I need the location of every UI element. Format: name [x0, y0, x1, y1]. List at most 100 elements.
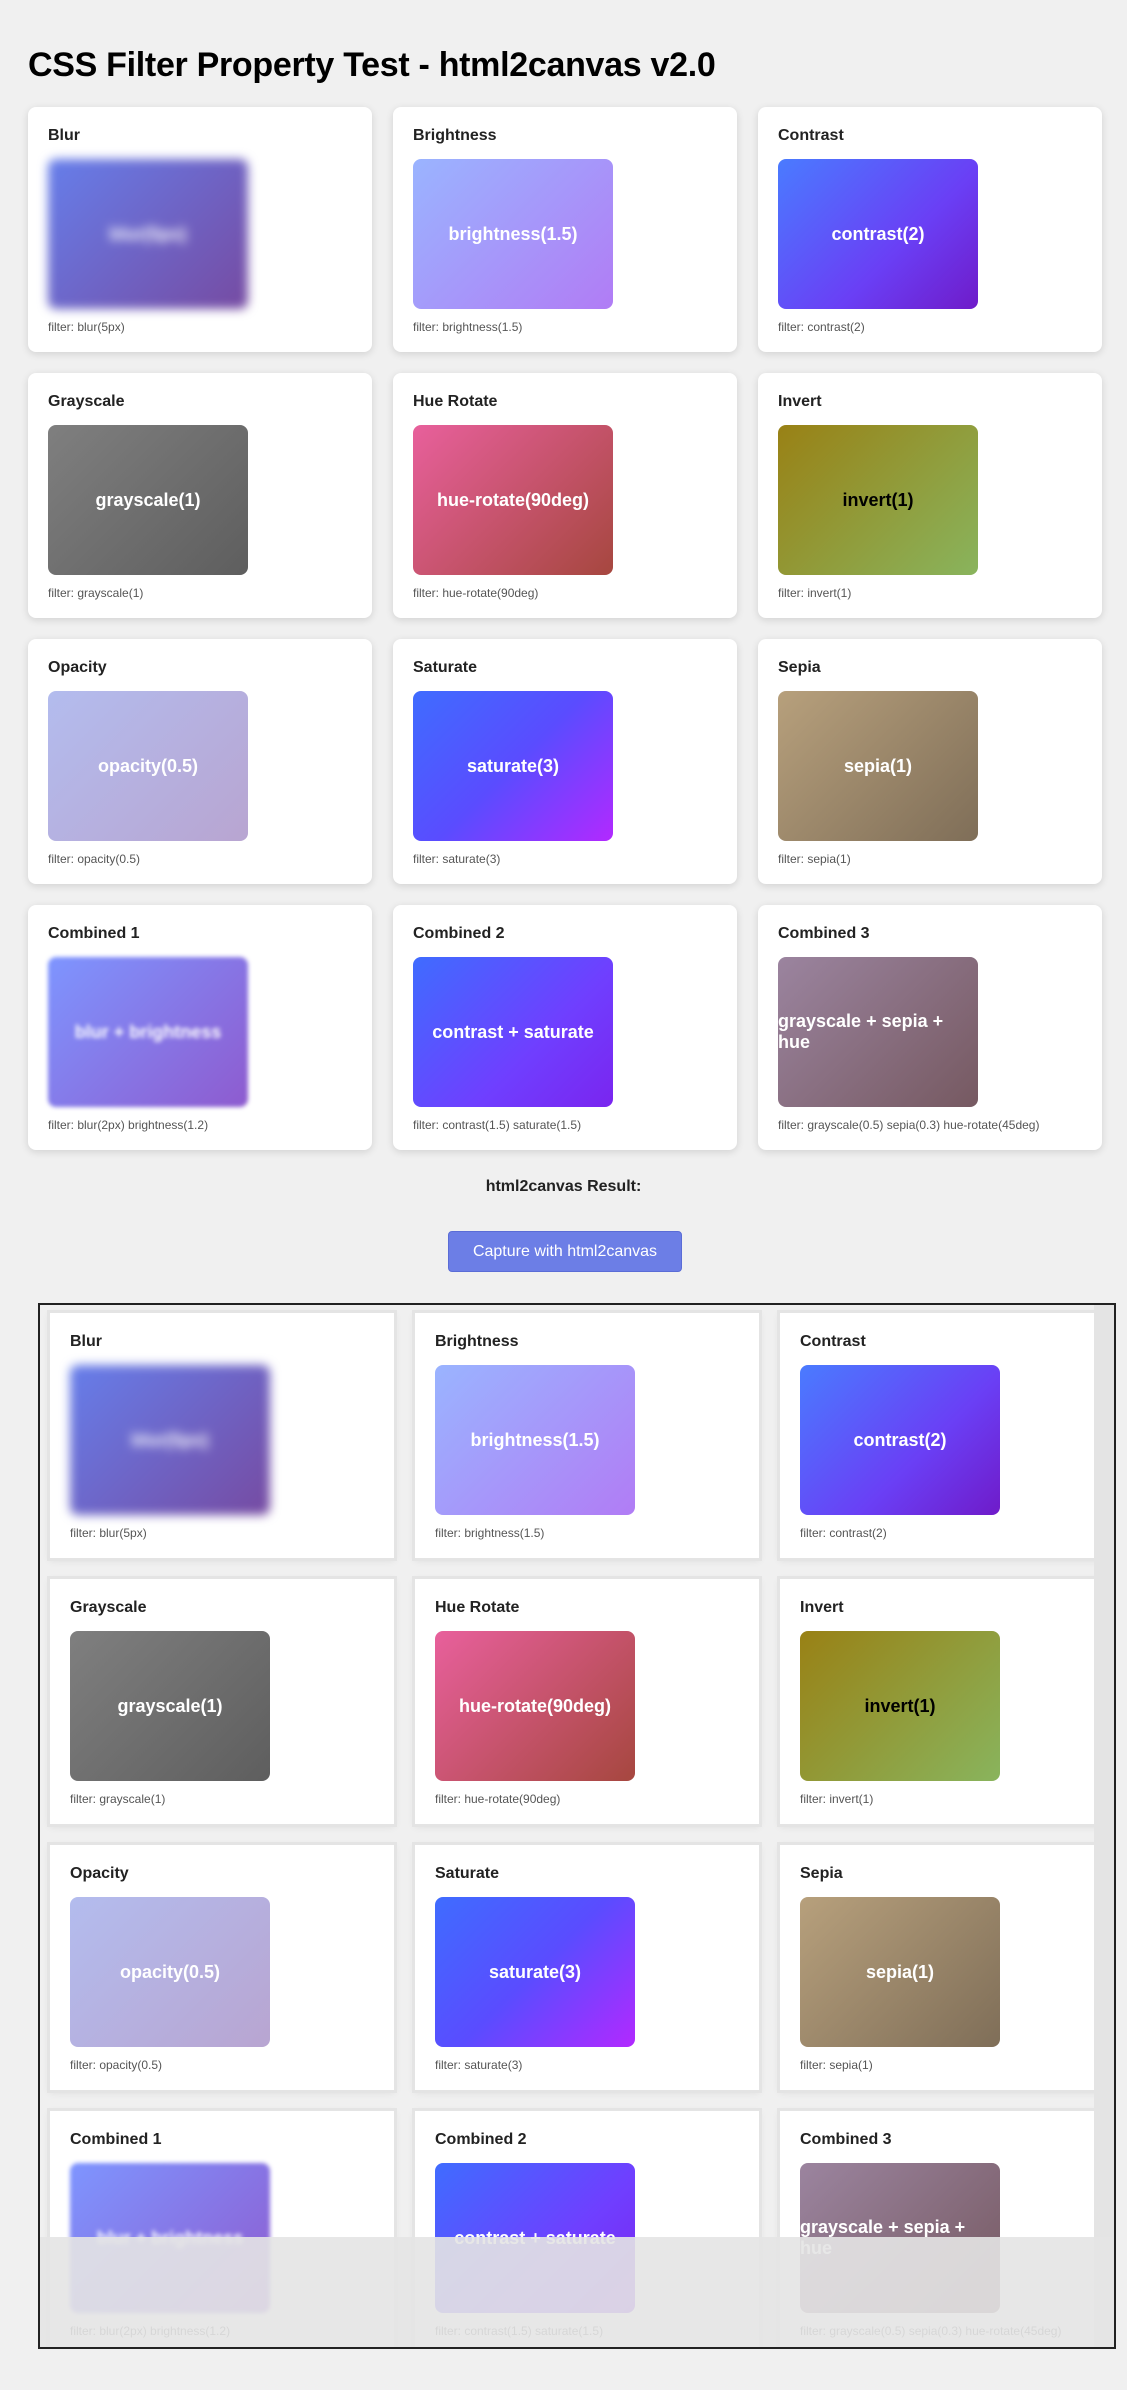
card-caption: filter: grayscale(0.5) sepia(0.3) hue-ro… — [778, 1118, 1040, 1132]
card-title: Blur — [48, 127, 80, 144]
card-caption: filter: opacity(0.5) — [48, 852, 141, 866]
result-card-hue-rotate: Hue Rotate hue-rotate(90deg) filter: hue… — [415, 1579, 759, 1824]
filter-swatch-hue-rotate: hue-rotate(90deg) — [413, 425, 613, 575]
card-title: Hue Rotate — [413, 393, 498, 410]
card-title: Blur — [70, 1333, 102, 1350]
filter-swatch-invert: invert(1) — [778, 425, 978, 575]
card-saturate: Saturate saturate(3) filter: saturate(3) — [393, 639, 737, 884]
result-swatch-combined-3: grayscale + sepia + hue — [800, 2163, 1000, 2313]
card-title: Combined 3 — [800, 2131, 892, 2148]
filter-swatch-contrast: contrast(2) — [778, 159, 978, 309]
result-swatch-blur: blur(5px) — [70, 1365, 270, 1515]
result-swatch-saturate: saturate(3) — [435, 1897, 635, 2047]
card-caption: filter: contrast(1.5) saturate(1.5) — [435, 2324, 604, 2338]
card-title: Invert — [800, 1599, 844, 1616]
card-caption: filter: saturate(3) — [413, 852, 501, 866]
result-swatch-hue-rotate: hue-rotate(90deg) — [435, 1631, 635, 1781]
card-blur: Blur blur(5px) filter: blur(5px) — [28, 107, 372, 352]
card-caption: filter: invert(1) — [800, 1792, 874, 1806]
filter-swatch-brightness: brightness(1.5) — [413, 159, 613, 309]
card-title: Combined 1 — [48, 925, 140, 942]
card-caption: filter: blur(5px) — [48, 320, 125, 334]
result-card-brightness: Brightness brightness(1.5) filter: brigh… — [415, 1313, 759, 1558]
card-caption: filter: contrast(1.5) saturate(1.5) — [413, 1118, 582, 1132]
card-title: Sepia — [800, 1865, 843, 1882]
result-swatch-sepia: sepia(1) — [800, 1897, 1000, 2047]
card-combined-2: Combined 2 contrast + saturate filter: c… — [393, 905, 737, 1150]
card-title: Hue Rotate — [435, 1599, 520, 1616]
result-swatch-combined-1: blur + brightness — [70, 2163, 270, 2313]
result-card-combined-1: Combined 1 blur + brightness filter: blu… — [50, 2111, 394, 2347]
card-caption: filter: brightness(1.5) — [435, 1526, 545, 1540]
card-brightness: Brightness brightness(1.5) filter: brigh… — [393, 107, 737, 352]
result-title: html2canvas Result: — [485, 1178, 642, 1195]
result-swatch-invert: invert(1) — [800, 1631, 1000, 1781]
card-caption: filter: sepia(1) — [800, 2058, 873, 2072]
result-card-invert: Invert invert(1) filter: invert(1) — [780, 1579, 1114, 1824]
result-card-saturate: Saturate saturate(3) filter: saturate(3) — [415, 1845, 759, 2090]
card-caption: filter: brightness(1.5) — [413, 320, 523, 334]
card-title: Combined 2 — [413, 925, 505, 942]
card-caption: filter: grayscale(0.5) sepia(0.3) hue-ro… — [800, 2324, 1062, 2338]
card-caption: filter: hue-rotate(90deg) — [413, 586, 539, 600]
filter-swatch-saturate: saturate(3) — [413, 691, 613, 841]
render-artifact-strip — [1094, 1305, 1114, 2347]
card-caption: filter: contrast(2) — [778, 320, 865, 334]
filter-swatch-combined-1: blur + brightness — [48, 957, 248, 1107]
result-swatch-contrast: contrast(2) — [800, 1365, 1000, 1515]
card-opacity: Opacity opacity(0.5) filter: opacity(0.5… — [28, 639, 372, 884]
filter-swatch-opacity: opacity(0.5) — [48, 691, 248, 841]
result-swatch-grayscale: grayscale(1) — [70, 1631, 270, 1781]
result-filter-grid: Blur blur(5px) filter: blur(5px) Brightn… — [50, 1313, 1114, 2347]
card-caption: filter: blur(2px) brightness(1.2) — [70, 2324, 231, 2338]
filter-swatch-sepia: sepia(1) — [778, 691, 978, 841]
card-title: Contrast — [800, 1333, 866, 1350]
card-caption: filter: opacity(0.5) — [70, 2058, 163, 2072]
card-combined-1: Combined 1 blur + brightness filter: blu… — [28, 905, 372, 1150]
card-title: Saturate — [435, 1865, 500, 1882]
card-caption: filter: saturate(3) — [435, 2058, 523, 2072]
card-title: Brightness — [435, 1333, 519, 1350]
card-title: Combined 2 — [435, 2131, 527, 2148]
card-hue-rotate: Hue Rotate hue-rotate(90deg) filter: hue… — [393, 373, 737, 618]
card-title: Opacity — [70, 1865, 129, 1882]
result-card-grayscale: Grayscale grayscale(1) filter: grayscale… — [50, 1579, 394, 1824]
card-combined-3: Combined 3 grayscale + sepia + hue filte… — [758, 905, 1102, 1150]
card-caption: filter: contrast(2) — [800, 1526, 887, 1540]
card-sepia: Sepia sepia(1) filter: sepia(1) — [758, 639, 1102, 884]
card-caption: filter: blur(5px) — [70, 1526, 147, 1540]
card-contrast: Contrast contrast(2) filter: contrast(2) — [758, 107, 1102, 352]
card-grayscale: Grayscale grayscale(1) filter: grayscale… — [28, 373, 372, 618]
result-card-contrast: Contrast contrast(2) filter: contrast(2) — [780, 1313, 1114, 1558]
html2canvas-result-canvas: Blur blur(5px) filter: blur(5px) Brightn… — [38, 1303, 1116, 2349]
result-card-blur: Blur blur(5px) filter: blur(5px) — [50, 1313, 394, 1558]
result-card-combined-3: Combined 3 grayscale + sepia + hue filte… — [780, 2111, 1114, 2347]
result-card-opacity: Opacity opacity(0.5) filter: opacity(0.5… — [50, 1845, 394, 2090]
card-title: Saturate — [413, 659, 478, 676]
card-title: Grayscale — [70, 1599, 147, 1616]
card-title: Contrast — [778, 127, 844, 144]
result-card-combined-2: Combined 2 contrast + saturate filter: c… — [415, 2111, 759, 2347]
result-card-sepia: Sepia sepia(1) filter: sepia(1) — [780, 1845, 1114, 2090]
filter-grid: Blur blur(5px) filter: blur(5px) Brightn… — [28, 107, 1102, 1150]
result-swatch-combined-2: contrast + saturate — [435, 2163, 635, 2313]
card-title: Sepia — [778, 659, 821, 676]
card-title: Brightness — [413, 127, 497, 144]
card-caption: filter: grayscale(1) — [70, 1792, 166, 1806]
card-title: Opacity — [48, 659, 107, 676]
card-caption: filter: hue-rotate(90deg) — [435, 1792, 561, 1806]
capture-button[interactable]: Capture with html2canvas — [448, 1231, 682, 1272]
result-swatch-opacity: opacity(0.5) — [70, 1897, 270, 2047]
filter-swatch-grayscale: grayscale(1) — [48, 425, 248, 575]
card-title: Grayscale — [48, 393, 125, 410]
filter-swatch-combined-3: grayscale + sepia + hue — [778, 957, 978, 1107]
card-caption: filter: invert(1) — [778, 586, 852, 600]
page-title: CSS Filter Property Test - html2canvas v… — [28, 46, 716, 84]
card-caption: filter: grayscale(1) — [48, 586, 144, 600]
filter-swatch-combined-2: contrast + saturate — [413, 957, 613, 1107]
result-swatch-brightness: brightness(1.5) — [435, 1365, 635, 1515]
card-caption: filter: sepia(1) — [778, 852, 851, 866]
card-title: Combined 3 — [778, 925, 870, 942]
filter-swatch-blur: blur(5px) — [48, 159, 248, 309]
card-caption: filter: blur(2px) brightness(1.2) — [48, 1118, 209, 1132]
